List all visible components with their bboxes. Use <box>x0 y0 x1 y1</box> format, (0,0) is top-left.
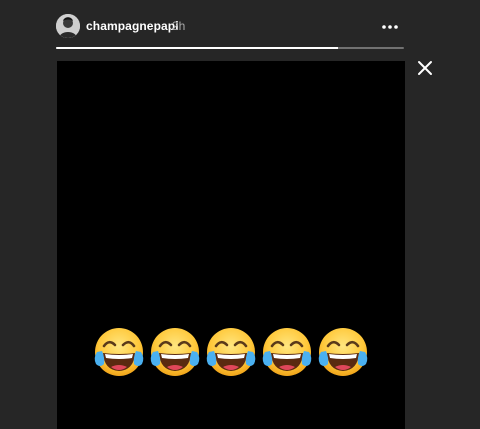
story-progress-bar <box>56 47 404 49</box>
story-timestamp: 2h <box>172 19 186 33</box>
close-icon[interactable] <box>415 58 435 78</box>
avatar[interactable] <box>56 14 80 38</box>
more-options-icon[interactable] <box>381 20 399 32</box>
emoji-sticker-row <box>91 324 371 380</box>
story-progress-fill <box>56 47 338 49</box>
laughing-emoji-icon <box>315 324 371 380</box>
avatar-image <box>56 14 80 38</box>
laughing-emoji-icon <box>259 324 315 380</box>
username-link[interactable]: champagnepapi <box>86 19 179 33</box>
laughing-emoji-icon <box>203 324 259 380</box>
laughing-emoji-icon <box>91 324 147 380</box>
story-media[interactable] <box>57 61 405 429</box>
story-header: champagnepapi 2h <box>56 14 404 42</box>
laughing-emoji-icon <box>147 324 203 380</box>
